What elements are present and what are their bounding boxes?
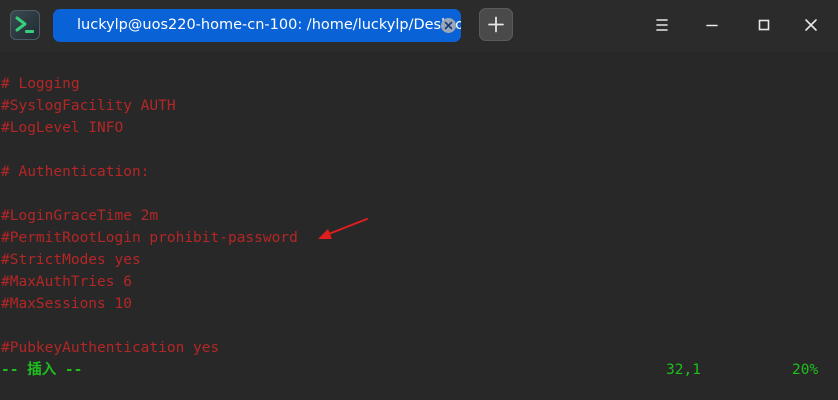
- scroll-percent: 20%: [792, 362, 819, 378]
- menu-button[interactable]: [648, 11, 676, 39]
- minimize-icon: [706, 24, 718, 27]
- editor-line-1: # Logging: [1, 76, 80, 92]
- editor-line-9: #StrictModes yes: [1, 252, 141, 268]
- terminal-editor-area[interactable]: # Logging #SyslogFacility AUTH #LogLevel…: [0, 52, 838, 400]
- tab-terminal-session[interactable]: luckylp@uos220-home-cn-100: /home/luckyl…: [53, 9, 461, 42]
- close-window-icon: [805, 19, 817, 31]
- title-bar: luckylp@uos220-home-cn-100: /home/luckyl…: [0, 0, 838, 52]
- maximize-icon: [758, 19, 770, 31]
- editor-line-13: #PubkeyAuthentication yes: [1, 340, 220, 356]
- minimize-button[interactable]: [698, 11, 726, 39]
- plus-icon: [488, 16, 504, 33]
- editor-line-11: #MaxSessions 10: [1, 296, 132, 312]
- editor-line-8: #PermitRootLogin prohibit-password: [1, 230, 298, 246]
- tab-title: luckylp@uos220-home-cn-100: /home/luckyl…: [77, 17, 461, 33]
- new-tab-button[interactable]: [479, 8, 513, 41]
- editor-line-3: #LogLevel INFO: [1, 120, 124, 136]
- editor-line-7: #LoginGraceTime 2m: [1, 208, 159, 224]
- editor-line-2: #SyslogFacility AUTH: [1, 98, 176, 114]
- close-window-button[interactable]: [797, 11, 825, 39]
- editor-line-10: #MaxAuthTries 6: [1, 274, 132, 290]
- maximize-button[interactable]: [750, 11, 778, 39]
- hamburger-menu-icon: [656, 19, 668, 31]
- annotation-arrow-icon: [318, 218, 368, 239]
- close-icon[interactable]: [441, 18, 456, 33]
- vim-mode-indicator: -- 插入 --: [1, 362, 83, 378]
- cursor-position: 32,1: [666, 362, 701, 378]
- editor-line-5: # Authentication:: [1, 164, 150, 180]
- terminal-app-icon[interactable]: [10, 10, 40, 40]
